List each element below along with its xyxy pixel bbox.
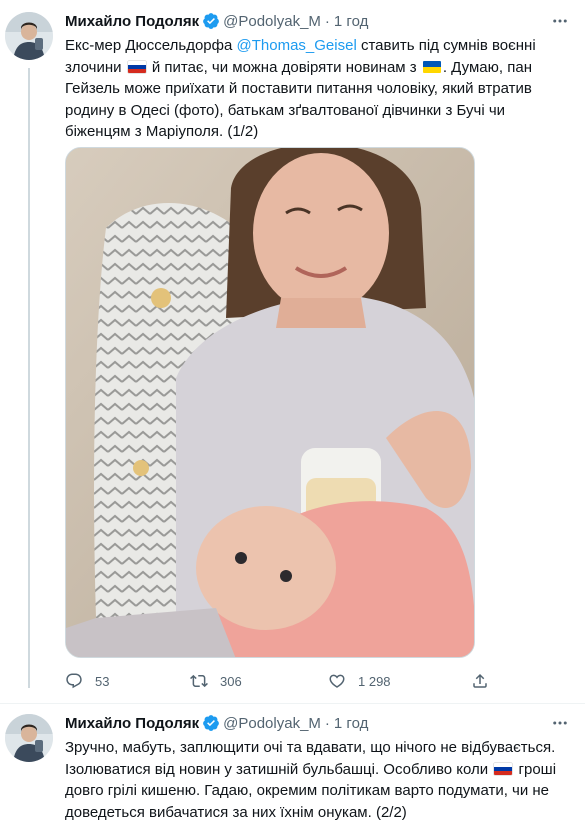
tweet-header: Михайло Подоляк @Podolyak_M · 1 год (65, 712, 368, 734)
verified-badge-icon (202, 714, 220, 732)
share-icon (473, 673, 487, 688)
verified-badge-icon (202, 12, 220, 30)
tweet-timestamp[interactable]: 1 год (334, 715, 368, 732)
more-dots-icon[interactable] (549, 11, 571, 31)
share-button[interactable] (471, 671, 501, 691)
retweet-count: 306 (220, 673, 242, 689)
mention-link[interactable]: @Thomas_Geisel (237, 37, 357, 54)
retweet-button[interactable]: 306 (190, 671, 242, 691)
like-count: 1 298 (358, 673, 391, 689)
russia-flag-icon (127, 60, 146, 73)
tweet-timestamp[interactable]: 1 год (334, 13, 368, 30)
author-handle[interactable]: @Podolyak_M (223, 715, 321, 732)
tweet-text-part: Екс-мер Дюссельдорфа (65, 37, 237, 54)
tweet-1[interactable]: Михайло Подоляк @Podolyak_M · 1 год Екс-… (0, 0, 585, 704)
tweet-text-part: Зручно, мабуть, заплющити очі та вдавати… (65, 739, 556, 778)
author-avatar[interactable] (5, 12, 53, 60)
reply-count: 53 (95, 673, 110, 689)
reply-icon (66, 673, 82, 689)
reply-button[interactable]: 53 (65, 671, 109, 691)
tweet-text: Зручно, мабуть, заплющити очі та вдавати… (65, 737, 565, 823)
like-button[interactable]: 1 298 (328, 671, 391, 691)
ukraine-flag-icon (422, 60, 441, 73)
heart-icon (329, 674, 345, 688)
tweet-text-part: й питає, чи можна довіряти новинам з (147, 58, 421, 76)
author-avatar[interactable] (5, 714, 53, 762)
author-name[interactable]: Михайло Подоляк (65, 13, 199, 30)
tweet-2[interactable]: Михайло Подоляк @Podolyak_M · 1 год Зруч… (0, 704, 585, 826)
russia-flag-icon (494, 762, 513, 775)
author-handle[interactable]: @Podolyak_M (223, 13, 321, 30)
thread-connector-line (28, 68, 30, 688)
separator-dot: · (324, 714, 330, 732)
separator-dot: · (324, 12, 330, 30)
tweet-text: Екс-мер Дюссельдорфа @Thomas_Geisel став… (65, 35, 565, 143)
retweet-icon (190, 674, 208, 688)
author-name[interactable]: Михайло Подоляк (65, 715, 199, 732)
tweet-actions: 53 306 1 298 (65, 671, 505, 691)
more-dots-icon[interactable] (549, 713, 571, 733)
tweet-header: Михайло Подоляк @Podolyak_M · 1 год (65, 10, 368, 32)
tweet-photo[interactable] (65, 147, 475, 658)
